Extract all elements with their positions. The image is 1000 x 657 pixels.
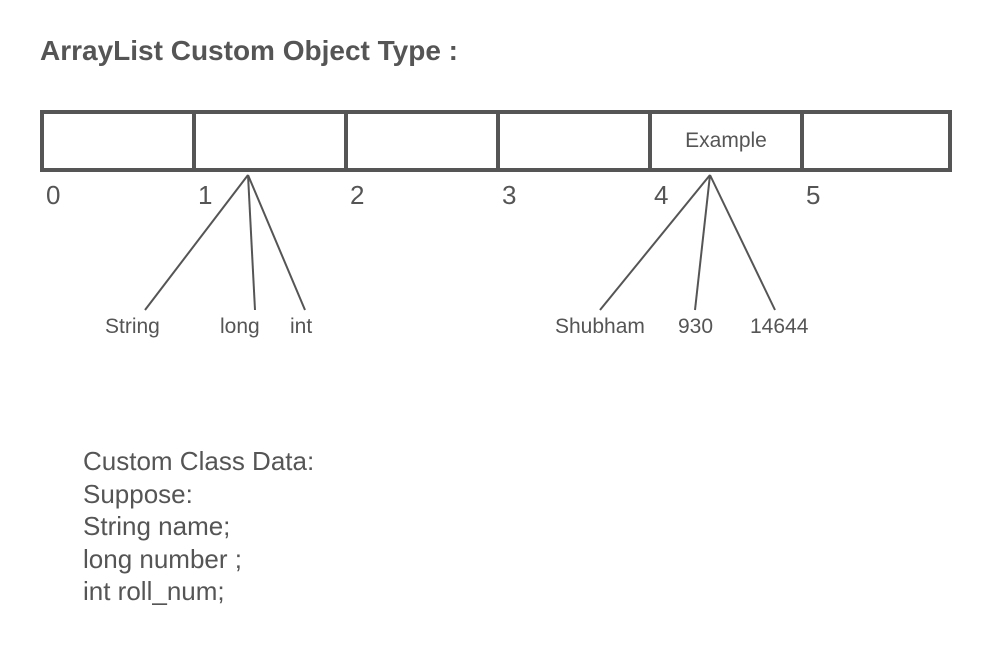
type-label-long: long (220, 315, 290, 339)
example-labels-group: Shubham 930 14644 (555, 315, 808, 339)
type-label-int: int (290, 315, 312, 339)
class-data-suppose: Suppose: (83, 478, 314, 511)
type-label-string: String (105, 315, 220, 339)
type-labels-group: String long int (105, 315, 312, 339)
index-label-0: 0 (40, 180, 192, 211)
index-label-3: 3 (496, 180, 648, 211)
array-cell-2 (344, 110, 496, 172)
example-value-roll: 14644 (750, 315, 808, 339)
index-label-2: 2 (344, 180, 496, 211)
array-cell-3 (496, 110, 648, 172)
arraylist-diagram: Example (40, 110, 952, 172)
class-data-name-field: String name; (83, 510, 314, 543)
array-cell-1 (192, 110, 344, 172)
index-label-1: 1 (192, 180, 344, 211)
diagram-title: ArrayList Custom Object Type : (40, 35, 458, 67)
class-data-heading: Custom Class Data: (83, 445, 314, 478)
index-labels-row: 0 1 2 3 4 5 (40, 180, 952, 211)
example-value-name: Shubham (555, 315, 678, 339)
array-cell-0 (40, 110, 192, 172)
class-data-number-field: long number ; (83, 543, 314, 576)
array-cell-5 (800, 110, 952, 172)
class-data-roll-field: int roll_num; (83, 575, 314, 608)
class-data-block: Custom Class Data: Suppose: String name;… (83, 445, 314, 608)
example-value-number: 930 (678, 315, 750, 339)
index-label-4: 4 (648, 180, 800, 211)
index-label-5: 5 (800, 180, 952, 211)
array-cell-4: Example (648, 110, 800, 172)
